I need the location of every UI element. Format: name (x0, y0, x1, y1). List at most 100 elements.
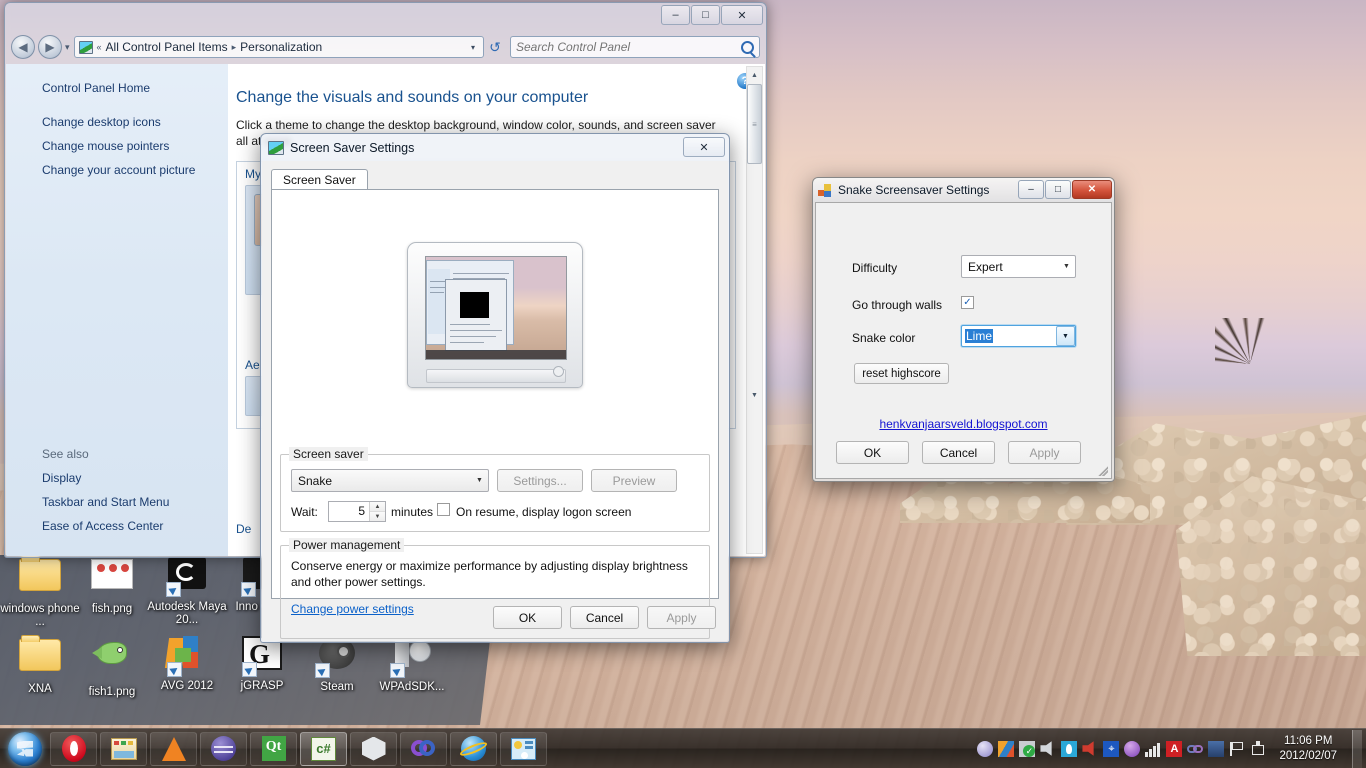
nvidia-icon[interactable] (1208, 740, 1225, 757)
taskbar-item-ie[interactable] (450, 731, 497, 766)
search-icon[interactable] (741, 40, 756, 58)
snake-color-value[interactable]: Lime (965, 329, 994, 343)
maximize-button[interactable]: □ (691, 5, 720, 25)
taskbar-item-unity[interactable] (350, 731, 397, 766)
chevron-down-icon[interactable]: ▼ (1058, 256, 1075, 277)
apply-button[interactable]: Apply (647, 606, 716, 629)
sidebar-item-change-account-picture[interactable]: Change your account picture (6, 158, 228, 182)
refresh-icon[interactable]: ↺ (484, 39, 506, 56)
change-power-settings-link[interactable]: Change power settings (291, 602, 414, 616)
taskbar-item-file-explorer[interactable] (100, 731, 147, 766)
desktop-icon-fish-png[interactable]: fish.png (72, 553, 152, 616)
signal-bars-icon[interactable] (1145, 741, 1161, 757)
sidebar-item-ease-of-access[interactable]: Ease of Access Center (6, 514, 228, 538)
control-panel-titlebar[interactable]: – □ ✕ (5, 3, 766, 31)
resize-grip-icon[interactable] (1096, 464, 1108, 476)
breadcrumb-overflow-icon[interactable]: « (97, 42, 102, 52)
desktop[interactable]: windows phone ... fish.png Autodesk Maya… (0, 0, 1366, 768)
close-button[interactable]: ✕ (721, 5, 763, 25)
on-resume-checkbox[interactable] (437, 503, 450, 516)
steam-shortcut-icon (314, 637, 360, 679)
avg-icon[interactable] (998, 740, 1015, 757)
volume-muted-icon[interactable] (1040, 741, 1052, 756)
wait-minutes-stepper[interactable]: 5 ▲ ▼ (328, 501, 386, 522)
wait-value[interactable]: 5 (329, 502, 369, 521)
bluetooth-icon[interactable]: ⌖ (1103, 740, 1120, 757)
taskbar-item-eclipse[interactable] (200, 731, 247, 766)
wifi-icon[interactable] (1061, 740, 1078, 757)
sidebar-item-change-desktop-icons[interactable]: Change desktop icons (6, 110, 228, 134)
reset-highscore-button[interactable]: reset highscore (854, 363, 949, 384)
preview-button[interactable]: Preview (591, 469, 677, 492)
action-center-icon[interactable] (977, 740, 994, 757)
cancel-button[interactable]: Cancel (570, 606, 639, 629)
taskbar-item-qt-creator[interactable]: Qt (250, 731, 297, 766)
taskbar-item-remote-desktop[interactable] (500, 731, 547, 766)
ok-button[interactable]: OK (836, 441, 909, 464)
screensaver-select[interactable]: Snake ▼ (291, 469, 489, 492)
desktop-icon-fish1-png[interactable]: fish1.png (72, 633, 152, 699)
history-dropdown-icon[interactable]: ▾ (65, 42, 70, 53)
breadcrumb-item-all-items[interactable]: All Control Panel Items (106, 40, 228, 54)
sidebar-item-home[interactable]: Control Panel Home (6, 76, 228, 100)
sidebar-item-change-mouse-pointers[interactable]: Change mouse pointers (6, 134, 228, 158)
desktop-icon-windows-phone[interactable]: windows phone ... (0, 553, 80, 629)
screen-saver-settings-dialog[interactable]: Screen Saver Settings ✕ Screen Saver Scr… (260, 133, 730, 643)
ok-button[interactable]: OK (493, 606, 562, 629)
snake-dialog-titlebar[interactable]: Snake Screensaver Settings – □ ✕ (813, 178, 1114, 202)
start-button[interactable] (2, 731, 48, 767)
scrollbar-thumb[interactable]: ≡ (747, 84, 762, 164)
breadcrumb-item-personalization[interactable]: Personalization (240, 40, 322, 54)
taskbar-item-vlc[interactable] (150, 731, 197, 766)
desktop-icon-avg-2012[interactable]: AVG 2012 (147, 633, 227, 693)
scroll-up-icon[interactable]: ▲ (747, 67, 762, 83)
desktop-icon-xna[interactable]: XNA (0, 633, 80, 696)
security-shield-icon[interactable]: ✓ (1019, 740, 1036, 757)
safely-remove-icon[interactable] (1250, 740, 1266, 757)
stepper-down-icon[interactable]: ▼ (370, 511, 385, 521)
tab-screen-saver[interactable]: Screen Saver (271, 169, 368, 191)
clock[interactable]: 11:06 PM 2012/02/07 (1271, 734, 1345, 764)
apply-button[interactable]: Apply (1008, 441, 1081, 464)
screen-saver-dialog-titlebar[interactable]: Screen Saver Settings ✕ (261, 134, 729, 161)
content-scrollbar[interactable]: ▲ ≡ ▼ (746, 66, 763, 554)
settings-button[interactable]: Settings... (497, 469, 583, 492)
snake-screensaver-settings-dialog[interactable]: Snake Screensaver Settings – □ ✕ Difficu… (812, 177, 1115, 482)
chevron-down-icon[interactable]: ▼ (1056, 326, 1075, 346)
show-desktop-button[interactable] (1352, 729, 1362, 768)
taskbar-item-visual-csharp[interactable]: c# (300, 731, 347, 766)
sidebar-item-taskbar-start-menu[interactable]: Taskbar and Start Menu (6, 490, 228, 514)
forward-button[interactable]: ▶ (38, 35, 62, 59)
difficulty-select[interactable]: Expert ▼ (961, 255, 1076, 278)
desktop-icon-autodesk-maya[interactable]: Autodesk Maya 20... (147, 553, 227, 627)
adobe-icon[interactable]: A (1166, 740, 1183, 757)
cancel-button[interactable]: Cancel (922, 441, 995, 464)
close-button[interactable]: ✕ (1072, 180, 1112, 199)
sidebar-item-display[interactable]: Display (6, 466, 228, 490)
dialog-title: Snake Screensaver Settings (838, 183, 990, 197)
maximize-button[interactable]: □ (1045, 180, 1071, 199)
snake-color-select[interactable]: Lime ▼ (961, 325, 1076, 347)
taskbar-item-opera[interactable] (50, 731, 97, 766)
search-input[interactable] (516, 40, 741, 54)
chevron-down-icon[interactable]: ▾ (467, 43, 479, 52)
scrollbar-track[interactable] (747, 164, 762, 387)
search-box[interactable] (510, 36, 760, 58)
speaker-icon[interactable] (1082, 741, 1094, 756)
scroll-down-icon[interactable]: ▼ (747, 387, 762, 403)
back-button[interactable]: ◀ (11, 35, 35, 59)
minimize-button[interactable]: – (661, 5, 690, 25)
desktop-background-label[interactable]: De (236, 522, 251, 536)
chevron-down-icon[interactable]: ▼ (471, 470, 488, 491)
address-bar[interactable]: « All Control Panel Items ▸ Personalizat… (73, 36, 484, 58)
close-button[interactable]: ✕ (683, 137, 725, 157)
minimize-button[interactable]: – (1018, 180, 1044, 199)
taskbar-item-visual-studio[interactable] (400, 731, 447, 766)
go-through-walls-checkbox[interactable]: ✓ (961, 296, 974, 309)
blog-link[interactable]: henkvanjaarsveld.blogspot.com (816, 417, 1111, 431)
dialog-title: Screen Saver Settings (290, 140, 415, 155)
stepper-up-icon[interactable]: ▲ (370, 502, 385, 511)
link-icon[interactable] (1187, 741, 1204, 757)
bittorrent-icon[interactable] (1124, 740, 1141, 757)
flag-icon[interactable] (1229, 741, 1245, 757)
